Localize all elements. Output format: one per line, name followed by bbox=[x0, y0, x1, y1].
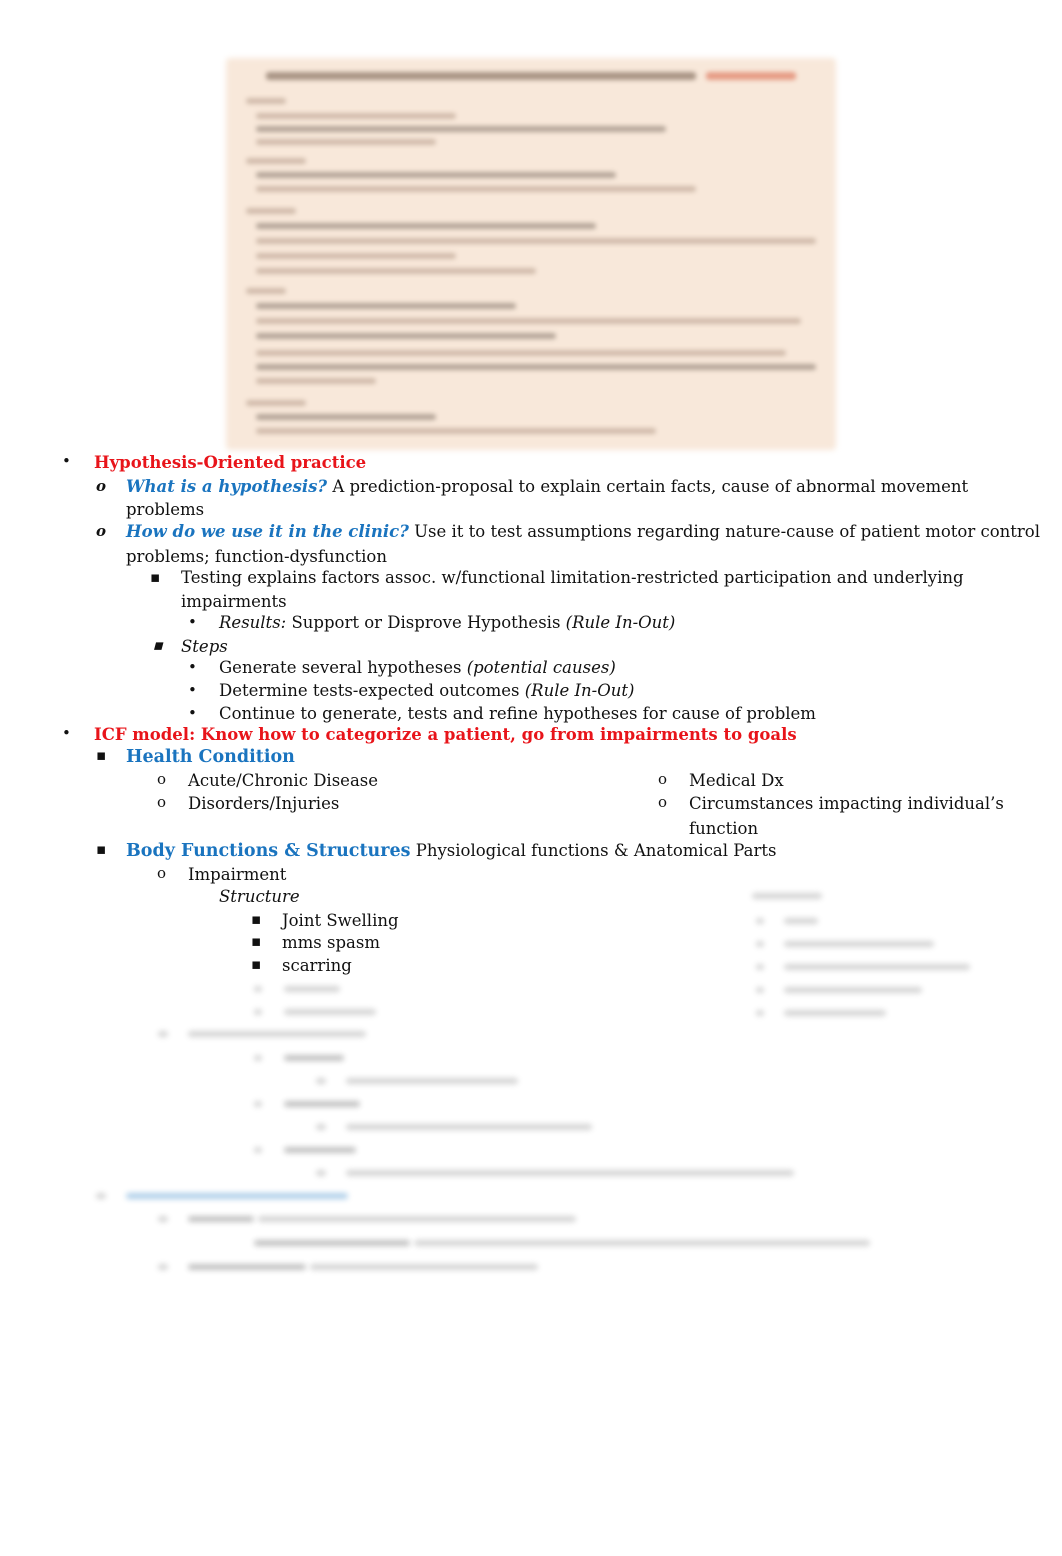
step-item: Generate several hypotheses (potential c… bbox=[219, 657, 616, 679]
disc-bullet-icon: • bbox=[188, 681, 197, 699]
body-functions-line: Body Functions & Structures Physiologica… bbox=[126, 840, 776, 862]
health-condition-item: Acute/Chronic Disease bbox=[188, 771, 379, 790]
step-italic: (Rule In-Out) bbox=[524, 681, 635, 700]
health-condition-item: Circumstances impacting individual’s bbox=[689, 794, 1004, 813]
circle-bullet-icon: o bbox=[658, 770, 668, 788]
disc-bullet-icon: • bbox=[188, 704, 197, 722]
structure-item: scarring bbox=[282, 956, 352, 975]
step-text: Determine tests-expected outcomes bbox=[219, 681, 525, 700]
square-bullet-icon: ▪ bbox=[251, 910, 262, 928]
q2-label: How do we use it in the clinic? bbox=[126, 522, 409, 541]
circle-bullet-icon: o bbox=[96, 522, 107, 540]
structure-item: Joint Swelling bbox=[282, 911, 399, 930]
disc-bullet-icon: • bbox=[62, 452, 71, 470]
q1-text-cont: problems bbox=[126, 500, 205, 519]
square-bullet-icon: ▪ bbox=[151, 636, 167, 654]
step-italic: (potential causes) bbox=[466, 658, 616, 677]
structure-item: mms spasm bbox=[282, 933, 380, 952]
q2-text: Use it to test assumptions regarding nat… bbox=[408, 522, 1040, 541]
health-condition-item: Disorders/Injuries bbox=[188, 794, 340, 813]
body-functions-text: Physiological functions & Anatomical Par… bbox=[410, 841, 777, 860]
step-item: Determine tests-expected outcomes (Rule … bbox=[219, 680, 634, 702]
structure-label: Structure bbox=[219, 887, 300, 906]
circle-bullet-icon: o bbox=[658, 793, 668, 811]
q1-line: What is a hypothesis? A prediction-propo… bbox=[126, 476, 968, 498]
embedded-image-content bbox=[226, 58, 836, 450]
disc-bullet-icon: • bbox=[188, 658, 197, 676]
hypothesis-heading: Hypothesis-Oriented practice bbox=[94, 453, 367, 472]
circle-bullet-icon: o bbox=[157, 770, 167, 788]
health-condition-label: Health Condition bbox=[126, 747, 295, 767]
body-functions-label: Body Functions & Structures bbox=[126, 841, 411, 861]
results-line: Results: Support or Disprove Hypothesis … bbox=[219, 612, 675, 634]
step-text: Continue to generate, tests and refine h… bbox=[219, 704, 816, 723]
step-item: Continue to generate, tests and refine h… bbox=[219, 703, 816, 725]
disc-bullet-icon: • bbox=[188, 613, 197, 631]
q1-text: A prediction-proposal to explain certain… bbox=[327, 477, 969, 496]
steps-label: Steps bbox=[181, 637, 228, 656]
square-bullet-icon: ▪ bbox=[96, 840, 107, 858]
results-text: Support or Disprove Hypothesis bbox=[286, 613, 566, 632]
q2-text-cont: problems; function-dysfunction bbox=[126, 547, 387, 566]
square-bullet-icon: ▪ bbox=[251, 955, 262, 973]
results-label: Results: bbox=[219, 613, 287, 632]
disc-bullet-icon: • bbox=[62, 724, 71, 742]
q1-label: What is a hypothesis? bbox=[126, 477, 328, 496]
impairment-label: Impairment bbox=[188, 865, 287, 884]
square-bullet-icon: ▪ bbox=[96, 746, 107, 764]
step-text: Generate several hypotheses bbox=[219, 658, 467, 677]
testing-text-cont: impairments bbox=[181, 592, 287, 611]
icf-heading: ICF model: Know how to categorize a pati… bbox=[94, 725, 797, 744]
circle-bullet-icon: o bbox=[157, 793, 167, 811]
testing-text: Testing explains factors assoc. w/functi… bbox=[181, 568, 964, 587]
square-bullet-icon: ▪ bbox=[150, 568, 161, 586]
circle-bullet-icon: o bbox=[96, 477, 107, 495]
health-condition-item-cont: function bbox=[689, 819, 759, 838]
circle-bullet-icon: o bbox=[157, 864, 167, 882]
results-paren: (Rule In-Out) bbox=[565, 613, 676, 632]
square-bullet-icon: ▪ bbox=[251, 932, 262, 950]
health-condition-item: Medical Dx bbox=[689, 771, 784, 790]
q2-line: How do we use it in the clinic? Use it t… bbox=[126, 521, 1040, 543]
